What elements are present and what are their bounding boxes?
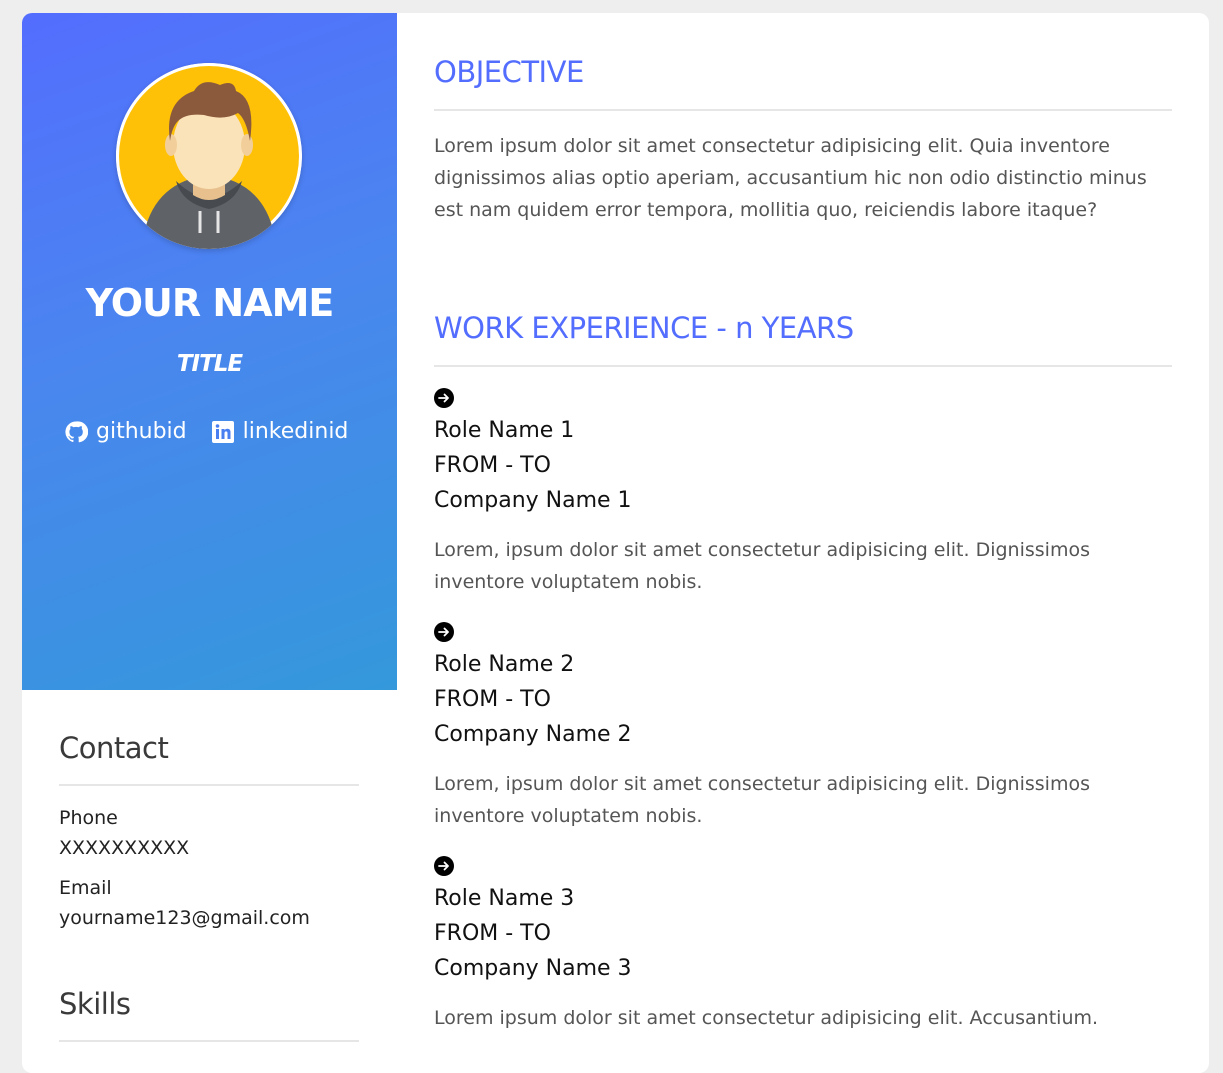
job-description: Lorem ipsum dolor sit amet consectetur a… [434,1007,1099,1029]
github-id: githubid [96,419,187,444]
job-company: Company Name 2 [434,722,632,747]
profile-name: YOUR NAME [85,281,335,325]
job-company: Company Name 3 [434,956,632,981]
objective-heading: OBJECTIVE [434,55,584,89]
job-period: FROM - TO [434,687,551,712]
linkedin-link[interactable]: linkedinid [211,419,349,444]
skills-heading: Skills [59,987,131,1021]
experience-divider [434,365,1172,367]
avatar-icon [116,63,302,249]
social-links: githubid linkedinid [64,419,372,444]
linkedin-icon [211,420,234,443]
arrow-right-circle-icon [434,856,454,876]
job-description: Lorem, ipsum dolor sit amet consectetur … [434,773,1090,827]
github-icon [65,420,88,442]
job-role: Role Name 1 [434,418,575,443]
job-description: Lorem, ipsum dolor sit amet consectetur … [434,539,1090,593]
job-period: FROM - TO [434,453,551,478]
profile-title: TITLE [176,351,243,377]
job-period: FROM - TO [434,921,551,946]
linkedin-id: linkedinid [242,419,349,444]
email-value[interactable]: yourname123@gmail.com [59,907,310,929]
skills-divider [59,1040,359,1042]
arrow-right-circle-icon [434,622,454,642]
github-link[interactable]: githubid [64,419,187,444]
contact-heading: Contact [59,731,169,765]
job-company: Company Name 1 [434,488,632,513]
objective-text: Lorem ipsum dolor sit amet consectetur a… [434,135,1147,221]
arrow-right-circle-icon [434,388,454,408]
job-role: Role Name 2 [434,652,575,677]
phone-label: Phone [59,807,118,829]
resume-card: YOUR NAME TITLE githubid linkedinid Cont… [22,13,1209,1073]
experience-heading: WORK EXPERIENCE - n YEARS [434,311,854,345]
email-label: Email [59,877,112,899]
phone-value: XXXXXXXXXX [59,837,190,859]
contact-divider [59,784,359,786]
profile-header: YOUR NAME TITLE githubid linkedinid [22,13,397,690]
objective-divider [434,109,1172,111]
job-role: Role Name 3 [434,886,575,911]
